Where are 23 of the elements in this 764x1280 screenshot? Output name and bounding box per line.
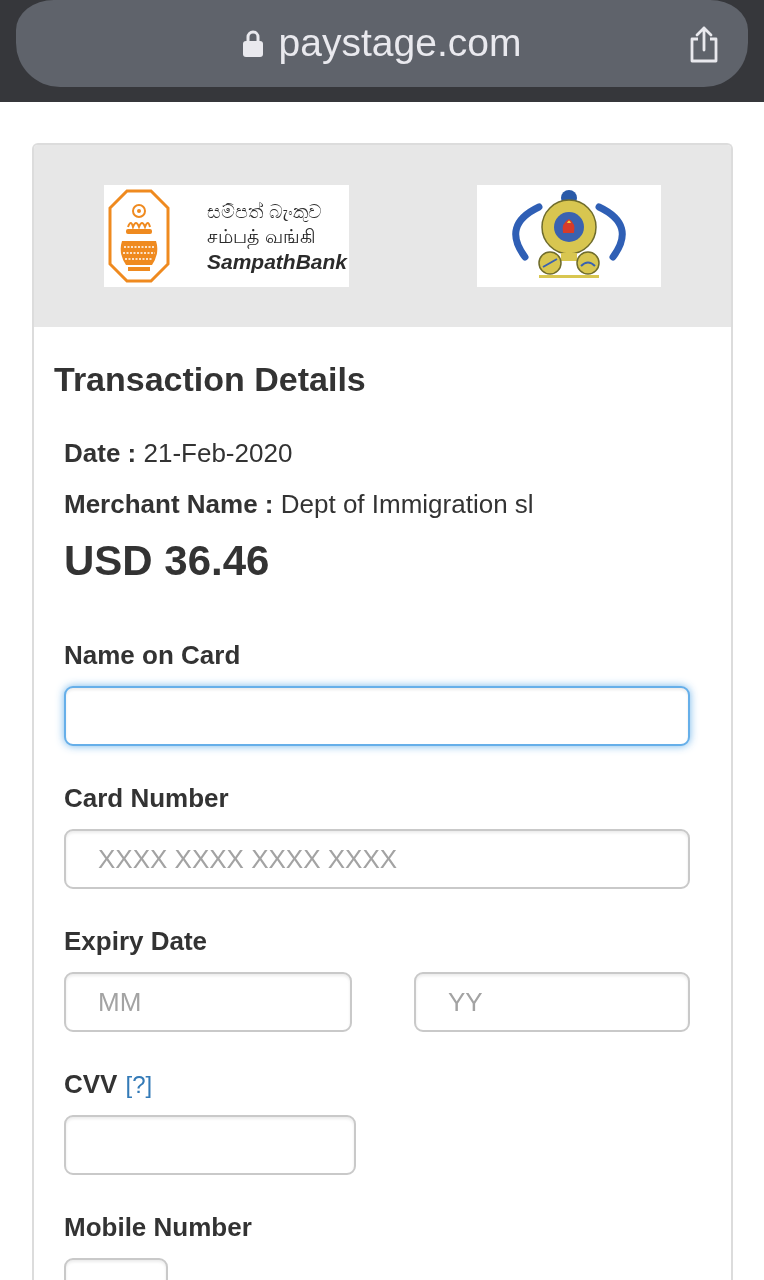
input-field[interactable] — [64, 686, 690, 746]
amount-text: USD 36.46 — [64, 537, 271, 585]
field-label: CVV — [64, 1069, 118, 1099]
detail-value: Dept of Immigration sl — [280, 489, 534, 519]
input-field[interactable]: MM — [64, 972, 352, 1032]
field-label: Expiry Date — [64, 926, 208, 956]
input-field[interactable]: XXXX XXXX XXXX XXXX — [64, 829, 690, 889]
detail-value: 21-Feb-2020 — [143, 438, 293, 468]
section-title: Transaction Details — [54, 359, 367, 399]
input-field[interactable]: YY — [414, 972, 690, 1032]
logo-text: සම්පත් බැංකුව — [207, 198, 324, 224]
detail-label: Date : — [64, 438, 137, 468]
field-label: Name on Card — [64, 640, 241, 670]
detail-label: Merchant Name : — [64, 489, 274, 519]
bank-emblem-icon — [108, 189, 170, 283]
field-label: Card Number — [64, 783, 229, 813]
help-link[interactable]: [?] — [125, 1070, 153, 1100]
field-label: Mobile Number — [64, 1212, 252, 1242]
share-icon[interactable] — [688, 24, 720, 63]
input-field[interactable] — [64, 1115, 356, 1175]
logo-wordmark: SampathBank — [207, 249, 348, 274]
logo-text: சம்பத் வங்கி — [207, 223, 318, 249]
url-text: paystage.com — [278, 20, 522, 67]
